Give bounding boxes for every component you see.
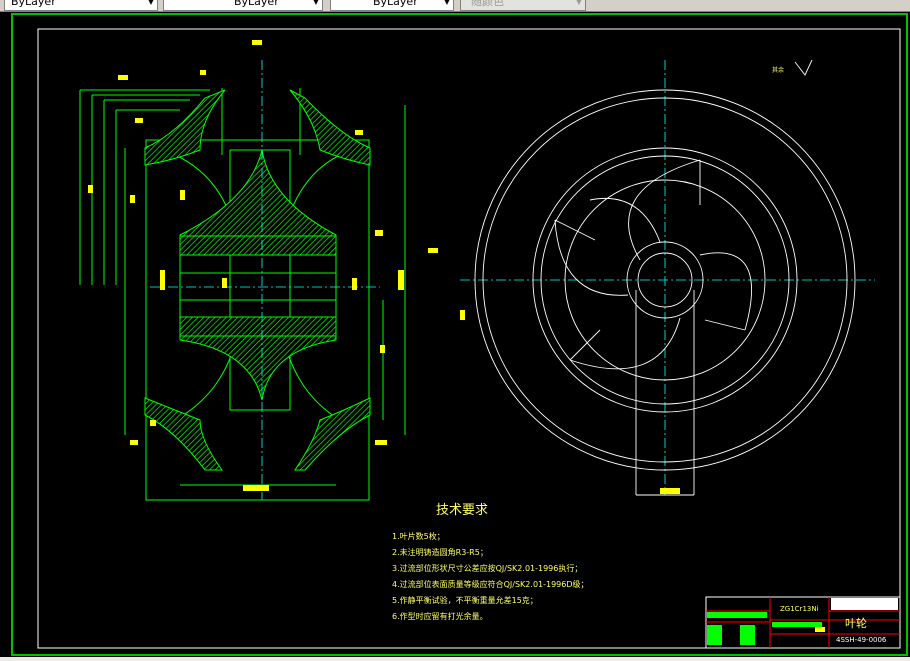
technical-requirements: 技术要求 1.叶片数5枚； 2.未注明铸造圆角R3-R5； 3.过流部位形状尺寸…	[392, 503, 589, 625]
tech-item: 4.过流部位表面质量等级应符合QJ/SK2.01-1996D级；	[392, 580, 589, 589]
surface-finish-note: 其余	[772, 66, 784, 74]
status-bar	[0, 657, 910, 661]
tech-item: 1.叶片数5枚；	[392, 532, 445, 541]
tech-item: 5.作静平衡试验，不平衡重量允差15克；	[392, 596, 538, 605]
tech-title: 技术要求	[436, 503, 489, 518]
centerlines	[150, 60, 875, 500]
drawing-number: 4SSH-49-0006	[836, 636, 887, 644]
material-label: ZG1Cr13Ni	[780, 605, 819, 613]
tech-item: 3.过流部位形状尺寸公差应按QJ/SK2.01-1996执行；	[392, 564, 583, 573]
tech-item: 6.作型时应留有打光余量。	[392, 612, 488, 621]
part-name: 叶轮	[845, 616, 867, 630]
tech-item: 2.未注明铸造圆角R3-R5；	[392, 548, 488, 557]
